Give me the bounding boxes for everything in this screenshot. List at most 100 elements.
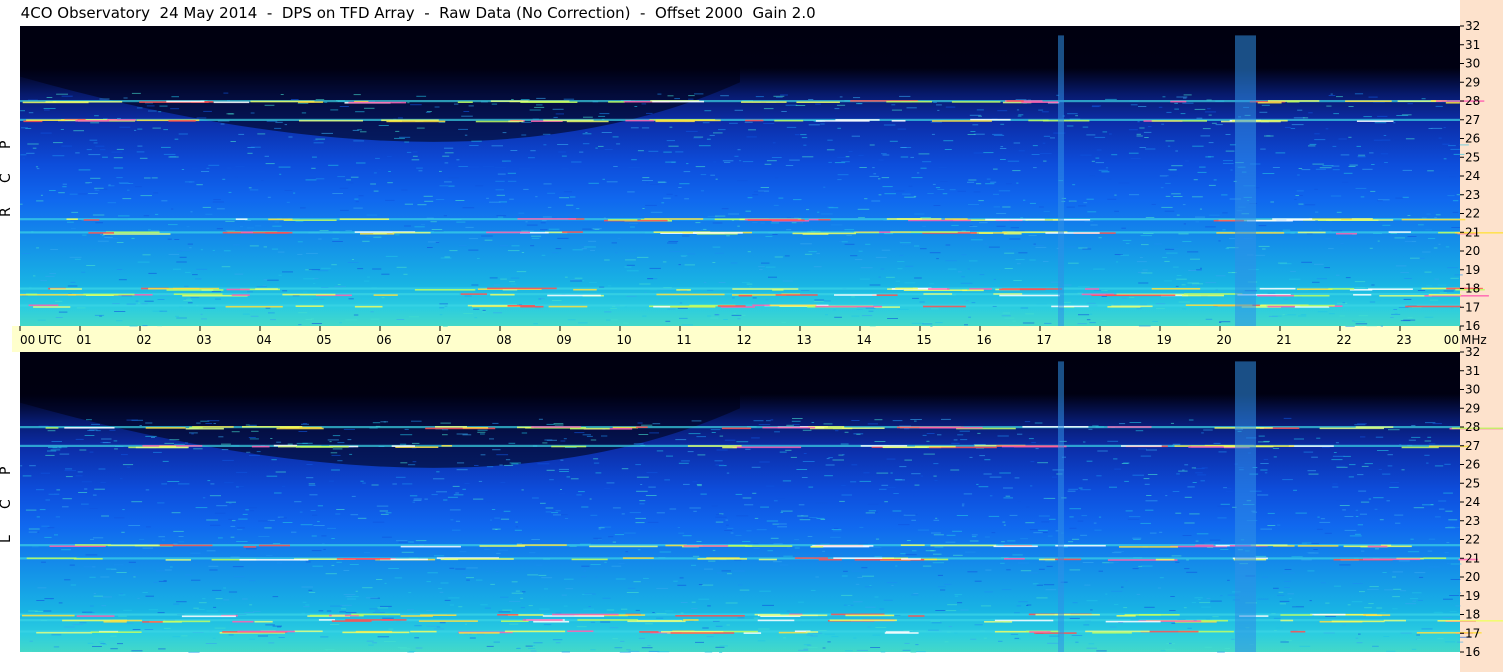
rfi-segment — [552, 613, 619, 616]
noise-speck — [188, 181, 193, 183]
noise-speck — [637, 256, 649, 258]
noise-speck — [606, 482, 615, 484]
noise-speck — [156, 570, 165, 572]
noise-speck — [1009, 325, 1020, 327]
x-tick-label: 01 — [76, 333, 91, 347]
y-tick-label: 30 — [1465, 57, 1480, 71]
noise-speck — [730, 262, 738, 264]
noise-speck — [950, 469, 960, 471]
noise-speck — [412, 155, 418, 157]
noise-speck — [1380, 612, 1386, 614]
noise-speck — [137, 302, 141, 304]
noise-speck — [934, 546, 944, 548]
rfi-segment — [834, 294, 877, 296]
noise-speck — [376, 579, 383, 580]
noise-speck — [1043, 230, 1047, 232]
noise-speck — [181, 635, 188, 637]
noise-speck — [439, 170, 442, 172]
noise-speck — [967, 134, 976, 135]
noise-speck — [882, 154, 890, 156]
noise-speck — [1162, 96, 1166, 98]
noise-speck — [315, 178, 325, 180]
noise-speck — [1140, 235, 1152, 237]
noise-speck — [561, 155, 567, 157]
noise-speck — [814, 299, 825, 301]
y-tick-label: 27 — [1465, 439, 1480, 453]
noise-speck — [69, 564, 75, 566]
noise-speck — [1412, 592, 1422, 594]
noise-speck — [1017, 501, 1021, 503]
noise-speck — [1166, 623, 1171, 625]
noise-speck — [1424, 440, 1432, 442]
noise-speck — [615, 252, 618, 254]
noise-speck — [1164, 280, 1172, 282]
noise-speck — [714, 252, 724, 254]
noise-speck — [90, 122, 100, 124]
noise-speck — [1162, 491, 1168, 493]
noise-speck — [971, 302, 976, 304]
noise-speck — [268, 642, 275, 644]
noise-speck — [946, 534, 956, 536]
noise-speck — [1208, 142, 1214, 144]
noise-speck — [630, 226, 635, 228]
noise-speck — [1094, 136, 1106, 138]
noise-speck — [1355, 533, 1361, 535]
noise-speck — [1428, 443, 1436, 445]
noise-speck — [891, 584, 894, 586]
noise-speck — [382, 617, 394, 619]
noise-speck — [1383, 636, 1390, 637]
noise-speck — [583, 570, 586, 572]
noise-speck — [1370, 299, 1381, 301]
noise-speck — [1355, 516, 1359, 517]
noise-speck — [1371, 284, 1375, 286]
noise-speck — [861, 567, 868, 569]
noise-speck — [610, 307, 617, 309]
noise-speck — [250, 146, 261, 148]
noise-speck — [679, 317, 688, 319]
rfi-segment — [1356, 120, 1394, 122]
noise-speck — [1336, 465, 1346, 467]
noise-speck — [1411, 425, 1416, 427]
noise-speck — [370, 318, 380, 320]
noise-speck — [181, 169, 185, 170]
noise-speck — [615, 578, 626, 580]
rfi-segment — [487, 287, 557, 290]
noise-speck — [1386, 500, 1390, 502]
noise-speck — [1178, 470, 1188, 472]
noise-speck — [36, 600, 45, 601]
noise-speck — [816, 253, 820, 255]
noise-speck — [1042, 142, 1046, 144]
noise-speck — [100, 482, 106, 484]
noise-speck — [753, 191, 764, 193]
noise-speck — [1184, 496, 1192, 498]
noise-speck — [807, 536, 813, 537]
noise-speck — [163, 627, 171, 629]
noise-speck — [1355, 509, 1359, 511]
noise-speck — [1426, 462, 1429, 464]
noise-speck — [692, 481, 697, 483]
noise-speck — [1036, 584, 1043, 586]
noise-speck — [916, 172, 920, 174]
noise-speck — [128, 183, 134, 184]
noise-speck — [528, 605, 533, 607]
noise-speck — [1030, 461, 1035, 463]
noise-speck — [1261, 104, 1270, 106]
noise-speck — [425, 111, 431, 113]
noise-speck — [781, 111, 787, 112]
noise-speck — [922, 434, 927, 436]
noise-speck — [242, 513, 248, 515]
rfi-segment — [107, 544, 159, 547]
noise-speck — [839, 96, 843, 98]
noise-speck — [570, 478, 579, 480]
noise-speck — [264, 527, 272, 529]
noise-speck — [267, 279, 279, 281]
noise-speck — [1199, 602, 1211, 604]
noise-speck — [604, 311, 612, 313]
noise-speck — [413, 498, 422, 500]
noise-speck — [150, 230, 160, 232]
noise-speck — [739, 160, 742, 162]
noise-speck — [1192, 196, 1203, 198]
noise-speck — [49, 190, 56, 191]
noise-speck — [988, 515, 1000, 517]
noise-speck — [148, 229, 151, 231]
